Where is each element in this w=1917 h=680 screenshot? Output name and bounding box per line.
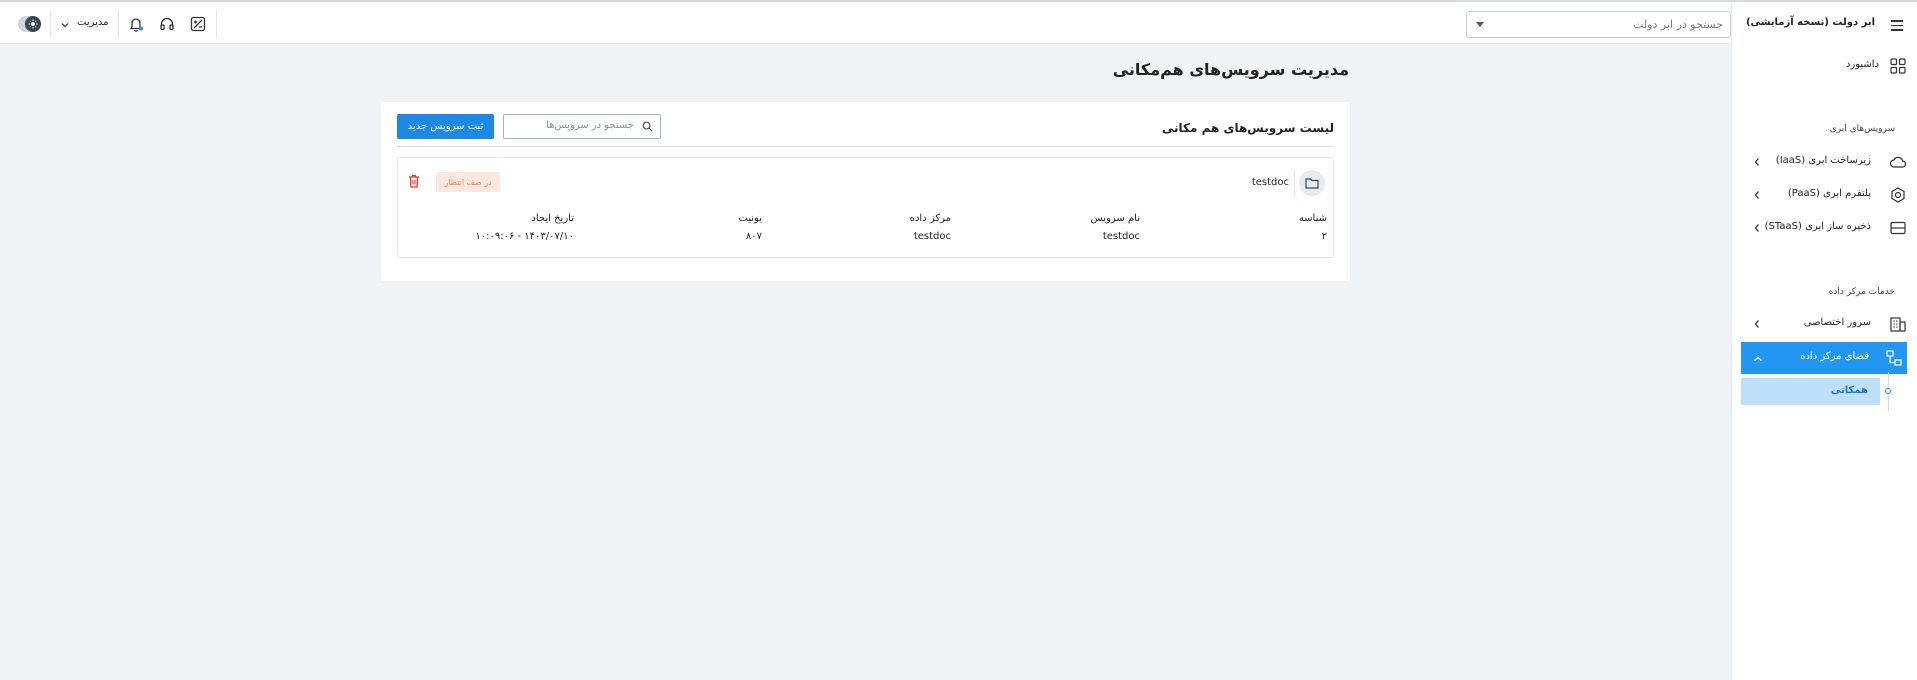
- trash-icon[interactable]: [408, 174, 420, 191]
- folder-icon: [1299, 170, 1325, 196]
- status-badge: در صف انتظار: [436, 172, 500, 192]
- header-divider: [50, 10, 51, 38]
- chevron-left-icon: [1753, 190, 1761, 203]
- chevron-left-icon: [1753, 223, 1761, 236]
- brand-title: ابر دولت (نسخه آزمایشی): [1745, 17, 1875, 28]
- cloud-icon: [1889, 153, 1907, 171]
- col-unit: یونیت ۸۰۷: [738, 213, 762, 242]
- sidebar: ابر دولت (نسخه آزمایشی) داشبورد سرویس‌ها…: [1731, 2, 1917, 680]
- new-service-button[interactable]: ثبت سرویس جدید: [397, 114, 494, 139]
- service-name: testdoc: [1251, 177, 1289, 188]
- sidebar-item-datacenter-space[interactable]: فضای مرکز داده: [1741, 342, 1907, 374]
- col-header: تاریخ ایجاد: [531, 213, 574, 224]
- bell-icon[interactable]: [126, 14, 146, 34]
- col-service-name: نام سرویس testdoc: [1091, 213, 1140, 242]
- service-search-placeholder: جستجو در سرویس‌ها: [546, 120, 634, 131]
- theme-toggle[interactable]: [18, 16, 41, 32]
- sidebar-subitem-label: همکانی: [1830, 385, 1868, 396]
- col-id: شناسه ۲: [1299, 213, 1327, 242]
- chevron-down-icon[interactable]: [61, 19, 69, 32]
- top-header: جستجو در ابر دولت مدیریت: [0, 2, 1731, 44]
- sidebar-item-staas[interactable]: ذخیره ساز ابری (STaaS): [1741, 212, 1907, 244]
- col-created-date: تاریخ ایجاد ۱۴۰۳/۰۷/۱۰ - ۱۰:۰۹:۰۶: [475, 213, 574, 242]
- service-search-input[interactable]: جستجو در سرویس‌ها: [503, 114, 661, 139]
- service-item[interactable]: testdoc در صف انتظار شناسه ۲ نام سرویس t…: [397, 157, 1334, 258]
- header-divider: [216, 10, 217, 38]
- sidebar-section-datacenter: خدمات مرکز داده: [1828, 287, 1895, 297]
- sidebar-item-label: پلتفرم ابری (PaaS): [1787, 188, 1871, 199]
- col-header: شناسه: [1298, 213, 1327, 224]
- header-divider: [118, 10, 119, 38]
- submenu-dot-icon: [1885, 388, 1891, 394]
- card-divider: [397, 146, 1334, 147]
- item-divider: [1294, 170, 1295, 196]
- caret-down-icon[interactable]: [1476, 22, 1484, 27]
- sidebar-item-label: داشبورد: [1845, 59, 1879, 70]
- sidebar-item-dedicated-server[interactable]: سرور اختصاصی: [1741, 308, 1907, 340]
- sidebar-item-label: ذخیره ساز ابری (STaaS): [1764, 221, 1871, 232]
- col-value: ۱۴۰۳/۰۷/۱۰ - ۱۰:۰۹:۰۶: [475, 231, 574, 242]
- col-value: ۲: [1321, 231, 1327, 242]
- col-header: یونیت: [738, 213, 762, 224]
- col-value: testdoc: [913, 231, 951, 242]
- chevron-up-icon: [1753, 353, 1763, 366]
- sidebar-item-label: سرور اختصاصی: [1803, 317, 1871, 328]
- sidebar-item-dashboard[interactable]: داشبورد: [1741, 50, 1907, 82]
- col-value: testdoc: [1102, 231, 1140, 242]
- sidebar-subitem-colocation[interactable]: همکانی: [1741, 378, 1880, 405]
- sidebar-section-cloud: سرویس‌های ابری: [1829, 124, 1895, 134]
- card-title: لیست سرویس‌های هم مکانی: [1161, 121, 1334, 135]
- services-card: لیست سرویس‌های هم مکانی جستجو در سرویس‌ه…: [381, 102, 1350, 281]
- sidebar-item-label: زیرساخت ابری (IaaS): [1775, 155, 1871, 166]
- col-header: نام سرویس: [1090, 213, 1140, 224]
- sidebar-item-label: فضای مرکز داده: [1800, 351, 1869, 362]
- dashboard-icon: [1889, 57, 1907, 75]
- menu-icon[interactable]: [1891, 20, 1903, 34]
- col-header: مرکز داده: [909, 213, 951, 224]
- storage-icon: [1889, 219, 1907, 237]
- col-datacenter: مرکز داده testdoc: [910, 213, 951, 242]
- sidebar-item-iaas[interactable]: زیرساخت ابری (IaaS): [1741, 146, 1907, 178]
- headset-icon[interactable]: [157, 14, 177, 34]
- hexagon-gear-icon: [1889, 186, 1907, 204]
- network-icon: [1885, 349, 1903, 367]
- cloud-search-placeholder: جستجو در ابر دولت: [1633, 18, 1723, 31]
- building-icon: [1889, 315, 1907, 333]
- chevron-left-icon: [1753, 319, 1761, 332]
- page-title: مدیریت سرویس‌های هم‌مکانی: [1112, 60, 1349, 79]
- col-value: ۸۰۷: [745, 231, 762, 242]
- main-content: مدیریت سرویس‌های هم‌مکانی لیست سرویس‌های…: [0, 44, 1731, 680]
- image-edit-icon[interactable]: [188, 14, 208, 34]
- cloud-search-select[interactable]: جستجو در ابر دولت: [1466, 11, 1731, 38]
- sidebar-item-paas[interactable]: پلتفرم ابری (PaaS): [1741, 179, 1907, 211]
- chevron-left-icon: [1753, 157, 1761, 170]
- search-icon: [642, 121, 653, 135]
- role-selector-label[interactable]: مدیریت: [77, 17, 109, 28]
- sun-icon: [25, 16, 41, 32]
